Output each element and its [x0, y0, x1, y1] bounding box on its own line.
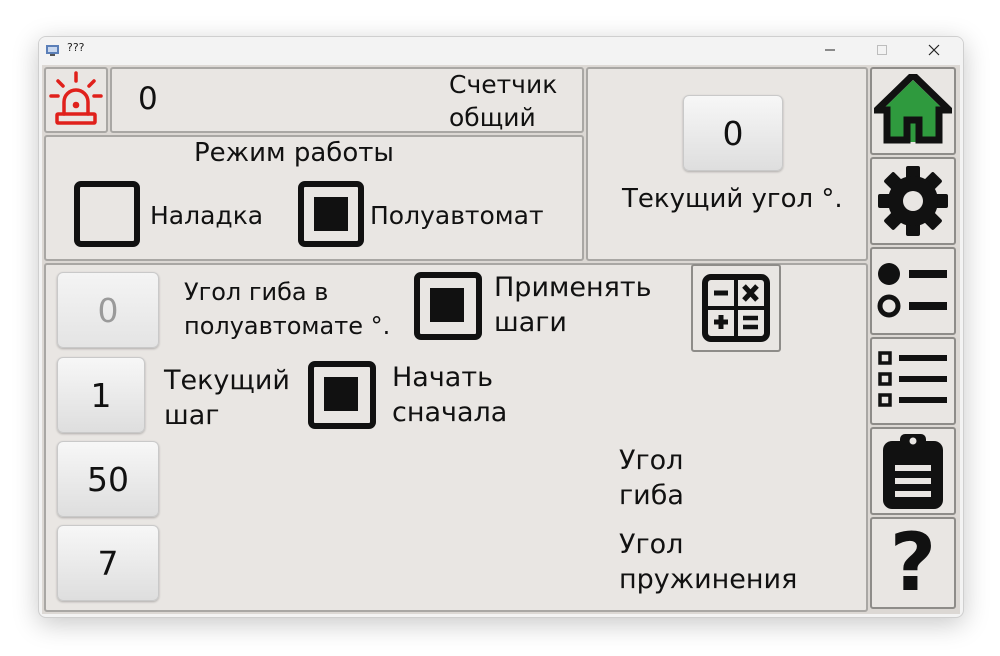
calculator-icon — [702, 274, 770, 342]
checkbox-mark — [324, 377, 358, 411]
close-button[interactable] — [911, 37, 957, 63]
sidebar-options-button[interactable] — [870, 247, 956, 335]
operating-mode-title: Режим работы — [194, 138, 394, 168]
clipboard-icon — [883, 434, 943, 509]
window-title: ??? — [67, 41, 85, 54]
maximize-icon — [877, 45, 887, 55]
current-step-field[interactable]: 1 — [57, 357, 145, 433]
setup-mode-checkbox[interactable] — [74, 181, 140, 247]
springback-angle-field[interactable]: 7 — [57, 525, 159, 601]
home-icon — [874, 74, 952, 144]
client-area: 0 Счетчик общий 0 Текущий угол °. Режим … — [42, 65, 960, 614]
bend-angle-label: Угол гиба — [619, 445, 684, 511]
semiauto-bend-angle-label: Угол гиба в полуавтомате °. — [184, 278, 391, 340]
total-counter-value: 0 — [138, 81, 158, 117]
springback-angle-label: Угол пружинения — [619, 529, 798, 595]
semiauto-mode-checkbox[interactable] — [298, 181, 364, 247]
sidebar-settings-button[interactable] — [870, 157, 956, 245]
checkbox-mark — [430, 288, 464, 322]
current-angle-value[interactable]: 0 — [683, 95, 783, 171]
setup-mode-label: Наладка — [150, 201, 264, 230]
options-list-icon — [877, 263, 947, 318]
current-angle-label: Текущий угол °. — [622, 184, 843, 214]
apply-steps-label: Применять шаги — [494, 272, 652, 338]
current-step-label: Текущий шаг — [164, 365, 290, 431]
sidebar-checklist-button[interactable] — [870, 337, 956, 425]
title-bar: ??? — [39, 37, 963, 63]
sidebar-help-button[interactable]: ? — [870, 517, 956, 609]
total-counter-label: Счетчик общий — [449, 70, 558, 132]
alarm-panel[interactable] — [44, 67, 108, 133]
restart-label: Начать сначала — [392, 362, 508, 428]
app-window: ??? 0 Счетчик общий 0 Текущий угол °. Ре… — [38, 36, 964, 618]
app-icon — [46, 45, 59, 56]
restart-checkbox[interactable] — [308, 361, 376, 429]
maximize-button[interactable] — [859, 37, 905, 63]
semiauto-mode-label: Полуавтомат — [370, 201, 544, 230]
total-counter-panel: 0 Счетчик общий — [110, 67, 584, 133]
apply-steps-checkbox[interactable] — [414, 272, 482, 340]
sidebar-home-button[interactable] — [870, 67, 956, 155]
close-icon — [928, 44, 940, 56]
bend-angle-field[interactable]: 50 — [57, 441, 159, 517]
alarm-icon — [49, 71, 103, 125]
minimize-icon — [825, 49, 835, 51]
operating-mode-panel: Режим работы Наладка Полуавтомат — [44, 135, 584, 261]
current-angle-panel: 0 Текущий угол °. — [586, 67, 868, 261]
minimize-button[interactable] — [807, 37, 853, 63]
semiauto-bend-angle-field[interactable]: 0 — [57, 272, 159, 348]
checklist-icon — [878, 351, 947, 407]
checkbox-mark — [314, 197, 348, 231]
gear-icon — [878, 166, 948, 236]
calculator-button[interactable] — [691, 264, 781, 352]
sidebar-clipboard-button[interactable] — [870, 427, 956, 515]
steps-panel: 0 Угол гиба в полуавтомате °. Применять … — [44, 263, 868, 612]
help-icon: ? — [889, 516, 937, 609]
